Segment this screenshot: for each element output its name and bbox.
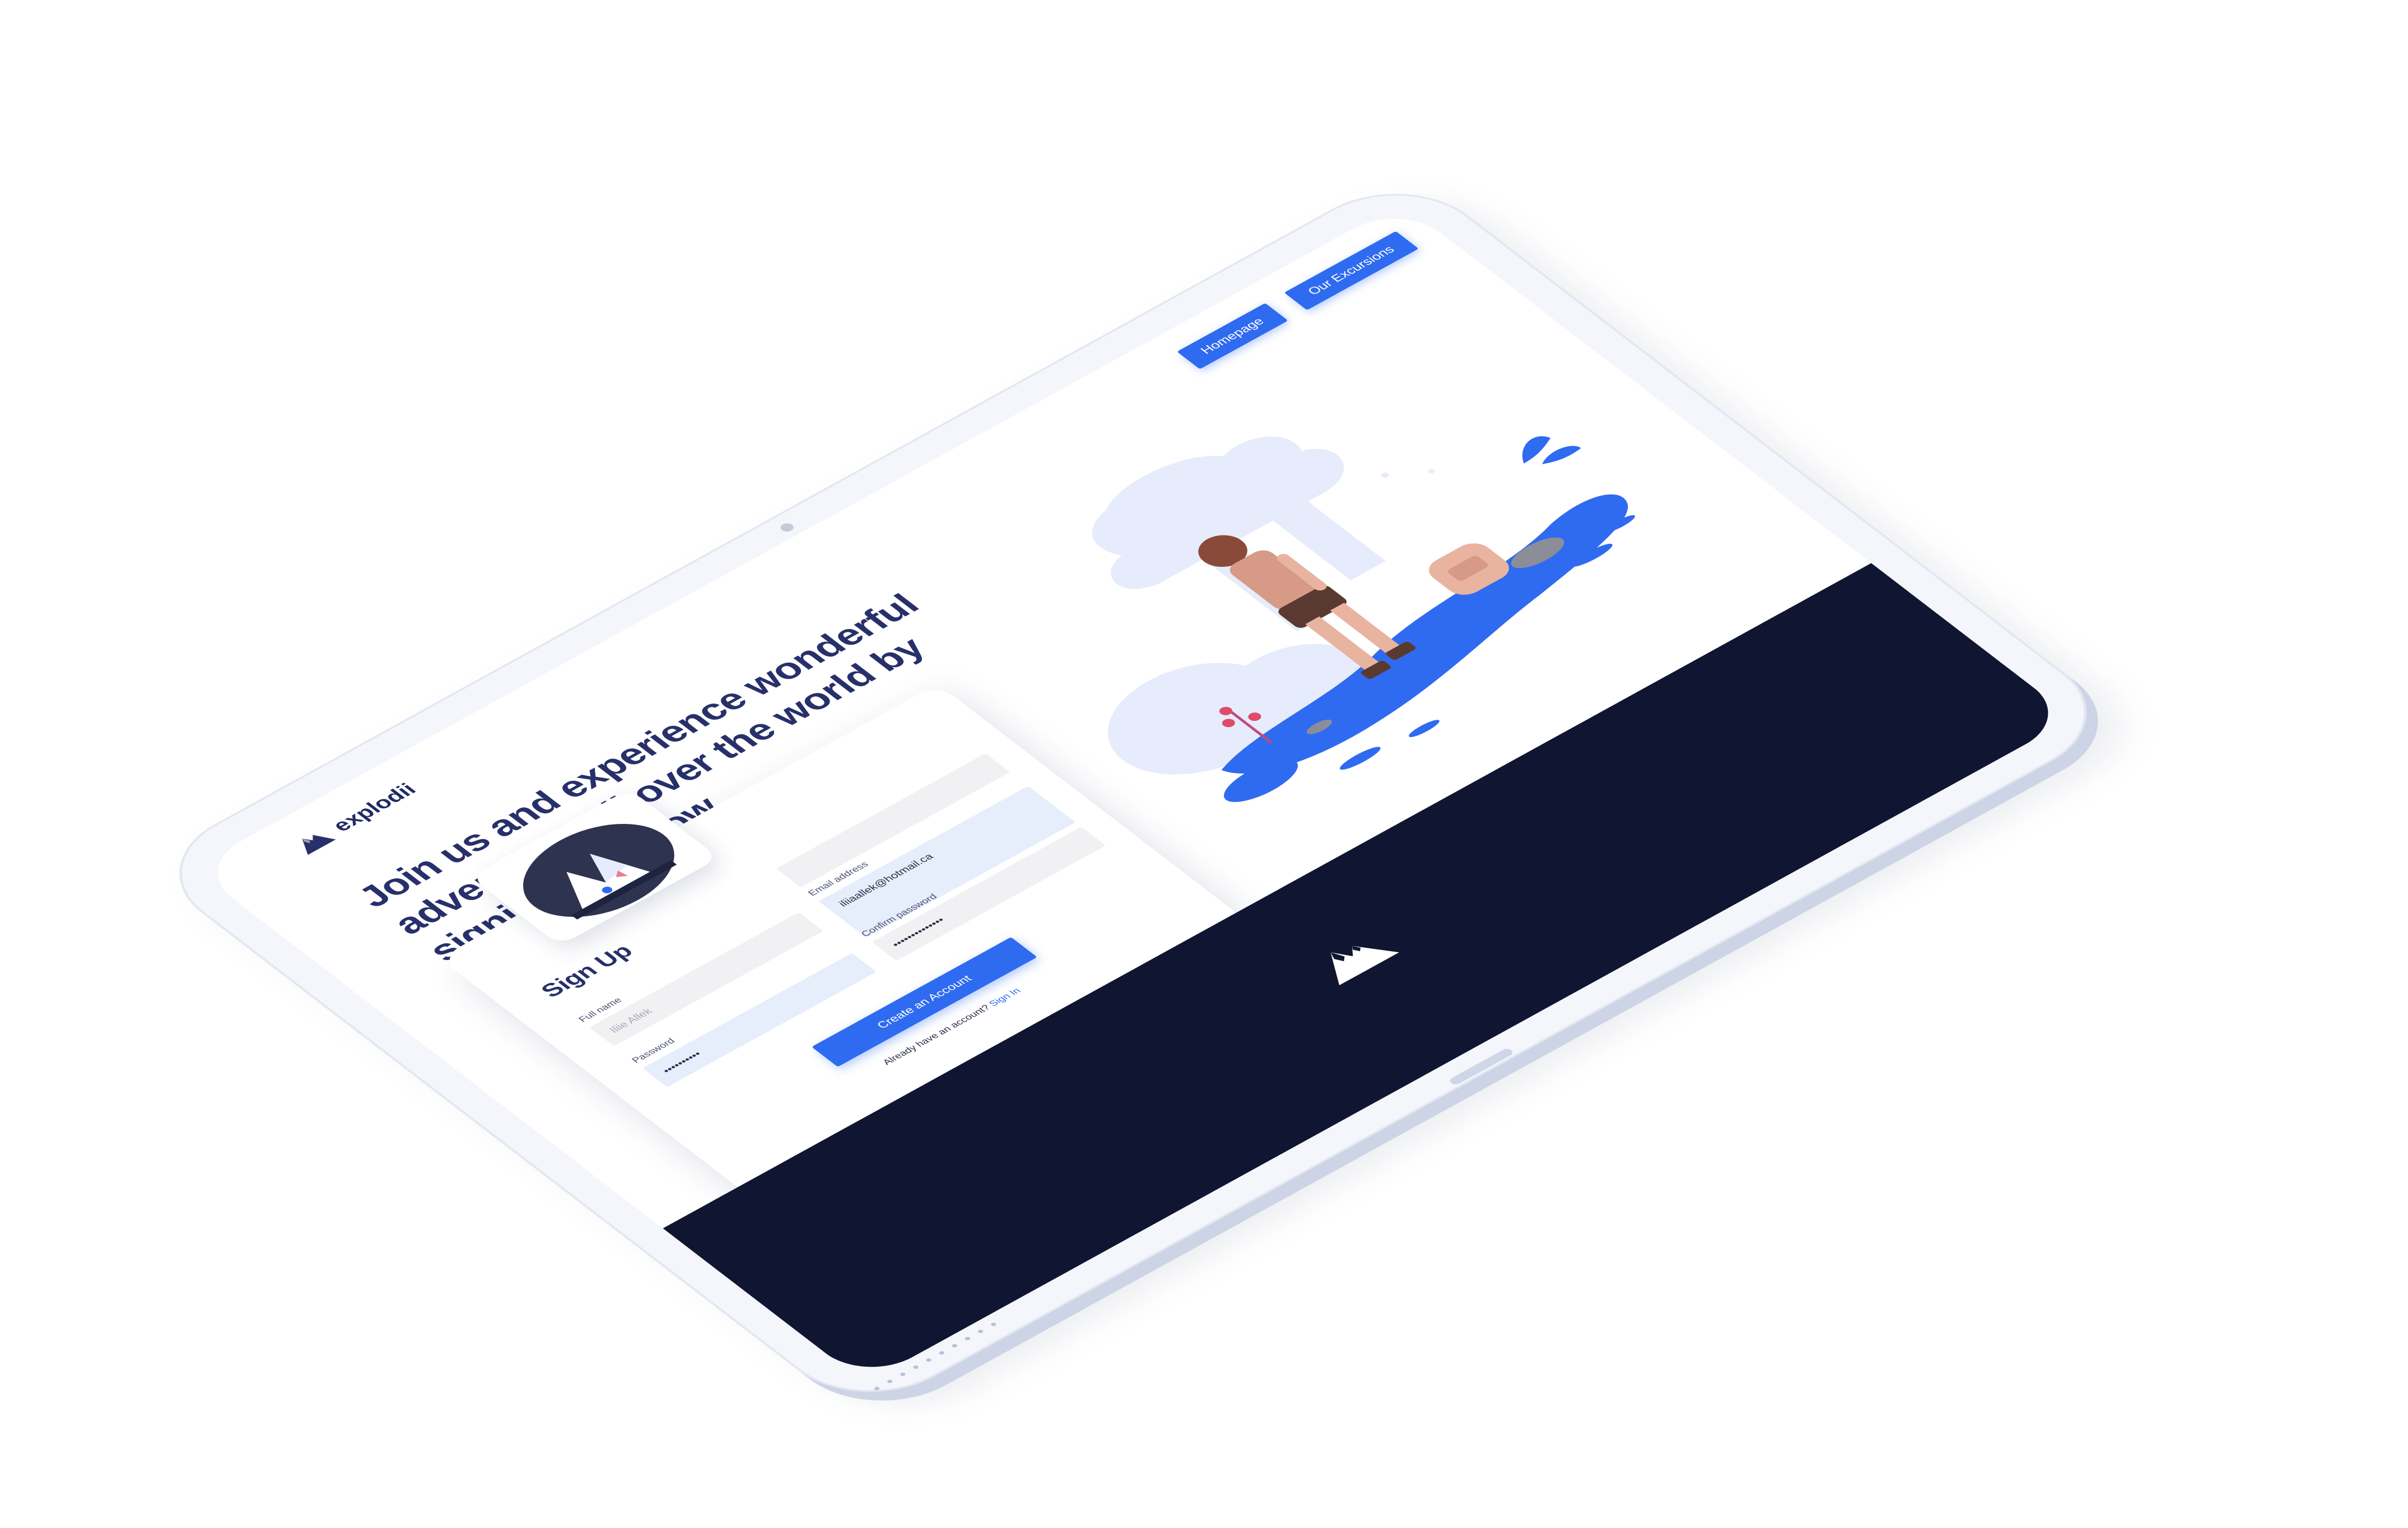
signin-link[interactable]: Sign In	[986, 986, 1022, 1008]
device-body: explodii Homepage Our Excursions Join us…	[140, 168, 2126, 1418]
signup-title: Sign Up	[535, 940, 639, 1001]
brand-name: explodii	[327, 780, 421, 835]
password-input[interactable]: ••••••••••	[642, 953, 877, 1087]
footer-mountain-logo-icon	[1297, 921, 1410, 993]
full-name-input[interactable]: Iliie Allek	[589, 912, 823, 1046]
mountain-logo-icon	[288, 824, 339, 857]
homepage-button[interactable]: Homepage	[1177, 302, 1288, 370]
brand-logo[interactable]: explodii	[288, 779, 422, 857]
stage: explodii Homepage Our Excursions Join us…	[0, 0, 2408, 1528]
our-excursions-button[interactable]: Our Excursions	[1284, 231, 1419, 310]
screen: explodii Homepage Our Excursions Join us…	[192, 202, 2074, 1383]
camera-icon	[777, 521, 797, 534]
